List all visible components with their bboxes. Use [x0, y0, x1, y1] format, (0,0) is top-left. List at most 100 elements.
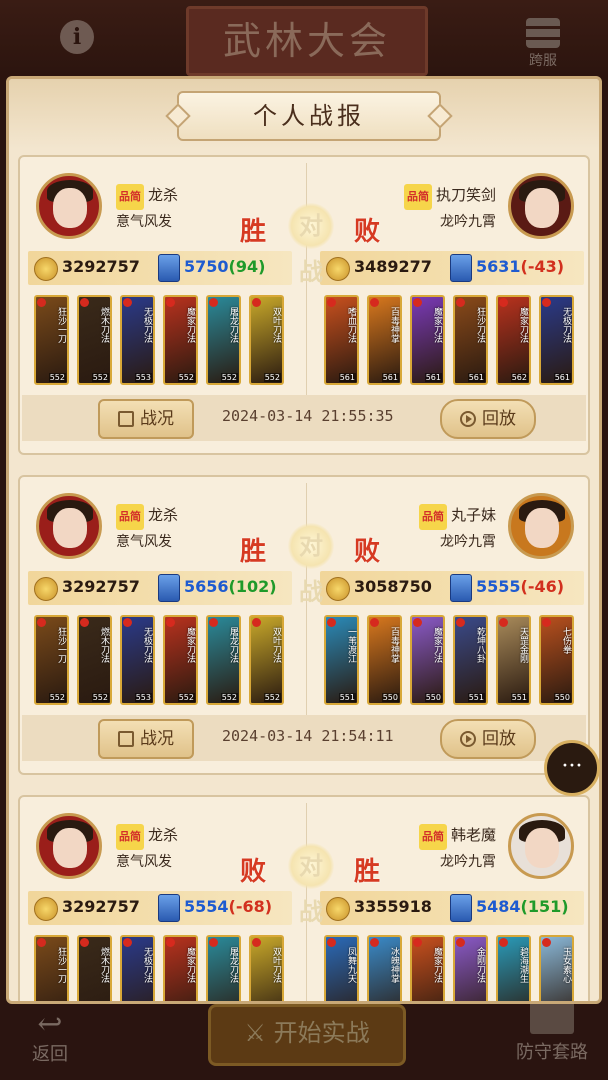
- hero-name: 七伤拳: [561, 627, 571, 654]
- hero-level: 561: [553, 373, 571, 382]
- hero-card[interactable]: 燃木刀法552: [77, 615, 112, 705]
- hero-card[interactable]: 百毒神掌 550: [367, 615, 402, 705]
- hero-card[interactable]: 魔家刀法552: [163, 935, 198, 1001]
- player-avatar[interactable]: [36, 813, 102, 879]
- hero-card[interactable]: 双叶刀法552: [249, 935, 284, 1001]
- hero-card[interactable]: 魔家刀法552: [163, 295, 198, 385]
- coin-icon: [34, 257, 58, 281]
- hero-card[interactable]: 狂沙一刀552: [34, 295, 69, 385]
- player-info: 品简 执刀笑剑 龙吟九霄: [403, 183, 496, 234]
- rating-number: 5554: [184, 897, 229, 916]
- battle-card: 品简龙杀意气风发32927575554(-68)狂沙一刀552燃木刀法552无极…: [18, 795, 590, 1001]
- hero-card[interactable]: 燃木刀法552: [77, 295, 112, 385]
- info-icon[interactable]: i: [60, 20, 94, 54]
- hero-card[interactable]: 屠龙刀法552: [206, 615, 241, 705]
- hero-card[interactable]: 乾坤八卦 551: [453, 615, 488, 705]
- hero-card[interactable]: 七伤拳 550: [539, 615, 574, 705]
- back-arrow-icon: ↩: [37, 1007, 63, 1042]
- element-icon: [123, 938, 132, 947]
- cross-server-button[interactable]: 跨服: [516, 18, 570, 74]
- hero-card[interactable]: 屠龙刀法552: [206, 295, 241, 385]
- hero-name: 屠龙刀法: [228, 307, 238, 343]
- replay-button[interactable]: 回放: [440, 719, 536, 759]
- hero-card[interactable]: 狂沙刀法 561: [453, 295, 488, 385]
- player-avatar[interactable]: [508, 813, 574, 879]
- hero-card[interactable]: 无极刀法553: [120, 935, 155, 1001]
- versus-seal: 对战: [288, 843, 334, 926]
- hero-level: 552: [91, 373, 109, 382]
- rating-number: 5656: [184, 577, 229, 596]
- book-icon: [530, 1000, 574, 1034]
- player-avatar[interactable]: [508, 493, 574, 559]
- hero-card[interactable]: 无极刀法 553: [120, 295, 155, 385]
- hero-card[interactable]: 魔家刀法 550: [410, 615, 445, 705]
- hero-card[interactable]: 魔家刀法 561: [410, 295, 445, 385]
- rating-delta: (151): [520, 897, 569, 916]
- player-avatar[interactable]: [36, 173, 102, 239]
- hero-card[interactable]: 双叶刀法552: [249, 295, 284, 385]
- battle-details-button[interactable]: 战况: [98, 719, 194, 759]
- hero-card[interactable]: 一苇渡江 551: [324, 615, 359, 705]
- player-info: 品简 龙杀 意气风发: [116, 503, 178, 554]
- hero-card[interactable]: 魔家刀法552: [163, 615, 198, 705]
- versus-marker: 胜对战败: [240, 201, 380, 286]
- element-icon: [327, 938, 336, 947]
- hero-card[interactable]: 百毒神掌 561: [367, 295, 402, 385]
- left-result: 胜: [240, 217, 267, 247]
- back-button[interactable]: ↩ 返回: [18, 1010, 82, 1066]
- element-icon: [327, 618, 336, 627]
- details-label: 战况: [140, 409, 174, 429]
- hero-card[interactable]: 无极刀法 561: [539, 295, 574, 385]
- hero-level: 561: [467, 373, 485, 382]
- hero-name: 无极刀法: [142, 307, 152, 343]
- hero-level: 562: [510, 373, 528, 382]
- speech-bubble-icon: ···: [561, 754, 583, 779]
- hero-card[interactable]: 玉女素心551: [539, 935, 574, 1001]
- hero-card[interactable]: 双叶刀法552: [249, 615, 284, 705]
- hero-card[interactable]: 燃木刀法552: [77, 935, 112, 1001]
- hero-card[interactable]: 无极刀法553: [120, 615, 155, 705]
- hero-card[interactable]: 魔家刀法551: [410, 935, 445, 1001]
- battle-details-button[interactable]: 战况: [98, 399, 194, 439]
- hero-card[interactable]: 金刚刀法551: [453, 935, 488, 1001]
- start-battle-button[interactable]: ⚔ 开始实战: [208, 1004, 406, 1066]
- rating-card-icon: [158, 254, 180, 282]
- defense-label: 防守套路: [516, 1042, 588, 1063]
- hero-level: 553: [134, 373, 152, 382]
- rank-badge: 品简: [403, 184, 432, 210]
- versus-seal: 对战: [288, 203, 334, 286]
- hero-card[interactable]: 魔家刀法 562: [496, 295, 531, 385]
- hero-card[interactable]: 嗜血刀法 561: [324, 295, 359, 385]
- rating-number: 5750: [184, 257, 229, 276]
- hero-card[interactable]: 狂沙一刀552: [34, 935, 69, 1001]
- hero-card[interactable]: 冰魄神掌551: [367, 935, 402, 1001]
- play-icon: [460, 411, 476, 427]
- element-icon: [542, 938, 551, 947]
- avatar-face: [525, 508, 559, 548]
- hero-card[interactable]: 屠龙刀法552: [206, 935, 241, 1001]
- hero-team: 狂沙一刀 552 燃木刀法 552 无极刀法 553 魔家刀法 552 屠龙刀法 552 双叶刀法 5…: [34, 615, 294, 707]
- hero-card[interactable]: 碧海潮生551: [496, 935, 531, 1001]
- player-avatar[interactable]: [36, 493, 102, 559]
- replay-button[interactable]: 回放: [440, 399, 536, 439]
- defense-routine-button[interactable]: 防守套路: [502, 1000, 602, 1072]
- rating-delta: (-43): [520, 257, 565, 276]
- right-result: 败: [353, 217, 380, 247]
- hero-card[interactable]: 天罡金刚 551: [496, 615, 531, 705]
- rating-number: 5631: [476, 257, 521, 276]
- hero-name: 魔家刀法: [185, 307, 195, 343]
- hero-card[interactable]: 狂沙一刀552: [34, 615, 69, 705]
- hero-name: 无极刀法: [142, 627, 152, 663]
- hero-card[interactable]: 凤舞九天551: [324, 935, 359, 1001]
- battle-list[interactable]: 品简 龙杀 意气风发 3292757 5750(94) 狂沙一刀 552 燃木刀法 552 无极刀…: [9, 151, 599, 1001]
- player-avatar[interactable]: [508, 173, 574, 239]
- hero-level: 561: [424, 373, 442, 382]
- hero-name: 魔家刀法: [432, 627, 442, 663]
- chat-button[interactable]: ···: [544, 740, 600, 796]
- hero-team: 嗜血刀法 561 百毒神掌 561 魔家刀法 561 狂沙刀法 561 魔家刀法 562 无极刀法 5…: [324, 295, 584, 387]
- avatar-face: [53, 188, 87, 228]
- element-icon: [252, 938, 261, 947]
- battle-card: 品简 龙杀 意气风发 3292757 5656(102) 狂沙一刀 552 燃木刀法 552 无极…: [18, 475, 590, 775]
- hero-name: 魔家刀法: [185, 947, 195, 983]
- element-icon: [413, 618, 422, 627]
